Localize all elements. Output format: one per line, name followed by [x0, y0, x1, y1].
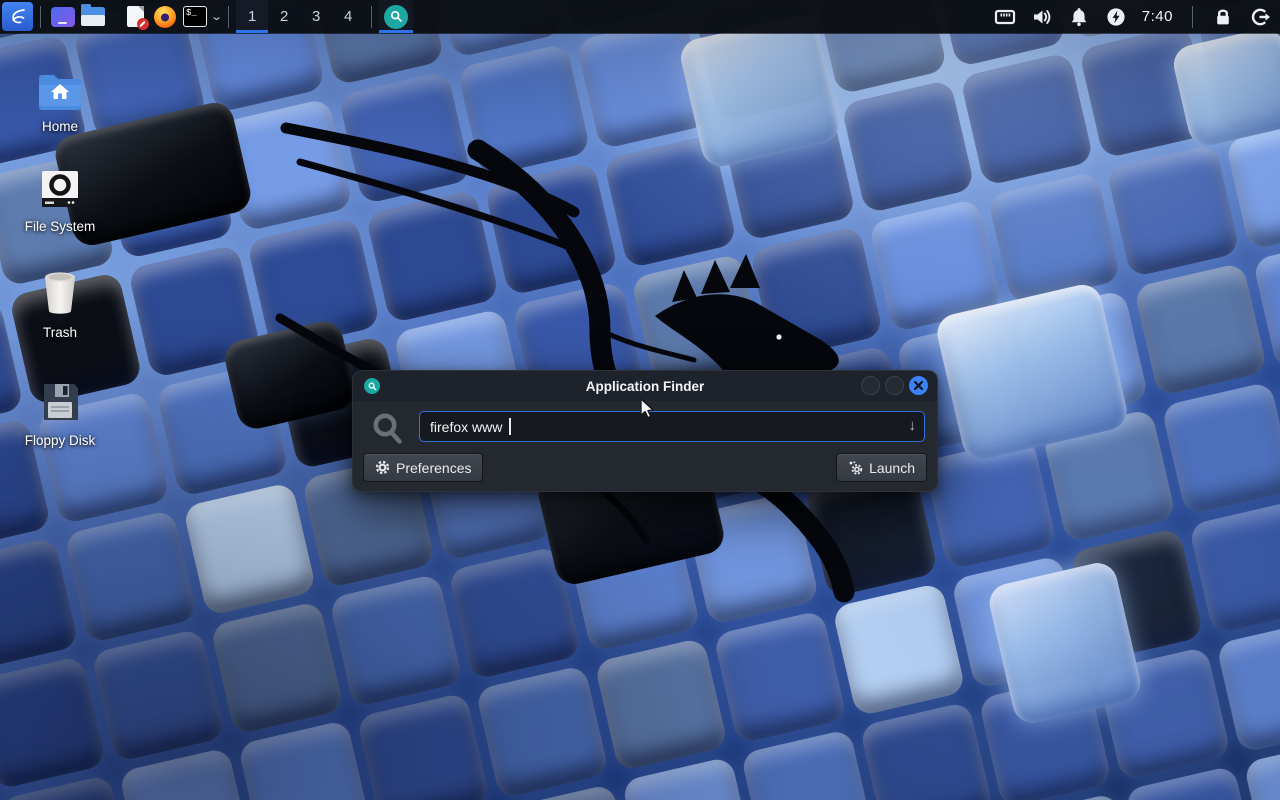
- firefox-icon: [154, 6, 176, 28]
- panel-separator: [371, 6, 372, 28]
- floppy-icon: [38, 372, 82, 424]
- wallpaper-cube: [91, 628, 225, 762]
- maximize-button[interactable]: [885, 376, 904, 395]
- kali-menu-icon: [7, 7, 29, 27]
- workspace-label: 2: [280, 8, 288, 25]
- preferences-label: Preferences: [396, 460, 471, 476]
- wallpaper-cube: [1133, 262, 1267, 396]
- power-manager-icon[interactable]: [1102, 2, 1130, 31]
- desktop-icon-label: File System: [25, 219, 96, 234]
- system-tray: 7:40: [991, 2, 1280, 31]
- wallpaper-cube: [0, 656, 106, 790]
- top-panel: $_ ⌄ 1 2 3 4 7:40: [0, 0, 1280, 33]
- desktop-icon-file-system[interactable]: File System: [4, 158, 116, 234]
- desktop-app-icon: [51, 7, 75, 27]
- desktop-icon-label: Home: [42, 119, 78, 134]
- launcher-file-manager[interactable]: [78, 2, 108, 31]
- wallpaper-cube: [841, 79, 975, 213]
- text-editor-icon: [127, 6, 144, 27]
- close-icon: [914, 381, 923, 390]
- lock-icon[interactable]: [1209, 2, 1237, 31]
- launcher-terminal[interactable]: $_: [180, 2, 210, 31]
- chevron-down-icon[interactable]: ⌄: [210, 10, 223, 23]
- search-input-wrap: ↓: [419, 411, 925, 442]
- desktop-screen: Home File System Trash: [0, 0, 1280, 800]
- workspace-2[interactable]: 2: [268, 0, 300, 33]
- text-caret: [509, 418, 511, 435]
- application-finder-icon: [364, 378, 380, 394]
- wallpaper-cube: [960, 52, 1094, 186]
- launch-label: Launch: [869, 460, 915, 476]
- wallpaper-cube: [594, 637, 728, 771]
- wallpaper-cube: [356, 692, 490, 800]
- launcher-desktop-app[interactable]: [48, 2, 78, 31]
- desktop-icon-label: Floppy Disk: [25, 433, 96, 448]
- preferences-button[interactable]: Preferences: [363, 453, 483, 482]
- window-titlebar[interactable]: Application Finder: [353, 371, 937, 401]
- desktop-icon-trash[interactable]: Trash: [4, 264, 116, 340]
- launcher-firefox[interactable]: [150, 2, 180, 31]
- wallpaper-cube: [832, 582, 966, 716]
- workspace-label: 1: [248, 8, 256, 25]
- wallpaper-cube: [859, 701, 993, 800]
- wallpaper-cube: [740, 729, 874, 800]
- wallpaper-cube: [338, 70, 472, 204]
- drive-icon: [39, 158, 81, 210]
- panel-separator: [1192, 6, 1193, 28]
- wallpaper-cube: [630, 253, 764, 387]
- wallpaper-cube: [210, 601, 344, 735]
- desktop-icon-home[interactable]: Home: [4, 58, 116, 134]
- workspace-4[interactable]: 4: [332, 0, 364, 33]
- logout-icon[interactable]: [1246, 2, 1274, 31]
- panel-separator: [228, 6, 229, 28]
- wallpaper-cube: [475, 665, 609, 799]
- desktop-icon-floppy-disk[interactable]: Floppy Disk: [4, 372, 116, 448]
- wallpaper-cube: [713, 610, 847, 744]
- launch-button[interactable]: Launch: [836, 453, 927, 482]
- volume-icon[interactable]: [1028, 2, 1056, 31]
- window-title: Application Finder: [586, 379, 705, 394]
- application-finder-window: Application Finder ↓: [352, 370, 938, 492]
- wallpaper-cube: [365, 189, 499, 323]
- network-icon[interactable]: [991, 2, 1019, 31]
- panel-separator: [40, 6, 41, 28]
- wallpaper-cube: [1106, 143, 1240, 277]
- panel-clock[interactable]: 7:40: [1139, 8, 1176, 25]
- desktop-icon-label: Trash: [43, 325, 77, 340]
- taskbar-application-finder[interactable]: [379, 0, 413, 33]
- notifications-bell-icon[interactable]: [1065, 2, 1093, 31]
- applications-menu-button[interactable]: [2, 2, 33, 31]
- wallpaper-cube: [1188, 500, 1280, 634]
- workspace-label: 3: [312, 8, 320, 25]
- minimize-button[interactable]: [861, 376, 880, 395]
- workspace-1[interactable]: 1: [236, 0, 268, 33]
- wallpaper-cube: [987, 171, 1121, 305]
- terminal-icon: $_: [183, 6, 207, 27]
- search-input[interactable]: [420, 412, 924, 441]
- close-button[interactable]: [909, 376, 928, 395]
- workspace-label: 4: [344, 8, 352, 25]
- application-finder-icon: [384, 5, 408, 29]
- gear-icon: [375, 460, 390, 475]
- trash-icon: [38, 264, 82, 316]
- launch-gear-icon: [848, 460, 863, 475]
- search-icon: [372, 412, 404, 451]
- wallpaper-cube: [0, 537, 79, 671]
- wallpaper-cube: [329, 573, 463, 707]
- file-manager-icon: [81, 7, 105, 26]
- wallpaper-cube: [64, 509, 198, 643]
- workspace-3[interactable]: 3: [300, 0, 332, 33]
- launcher-text-editor[interactable]: [120, 2, 150, 31]
- search-row: ↓: [353, 407, 937, 451]
- home-folder-icon: [36, 58, 84, 110]
- wallpaper-cube: [484, 162, 618, 296]
- wallpaper-cube: [182, 482, 316, 616]
- wallpaper-cube: [749, 226, 883, 360]
- wallpaper-cube: [457, 43, 591, 177]
- wallpaper-cube: [1161, 381, 1280, 515]
- wallpaper-cube: [237, 720, 371, 800]
